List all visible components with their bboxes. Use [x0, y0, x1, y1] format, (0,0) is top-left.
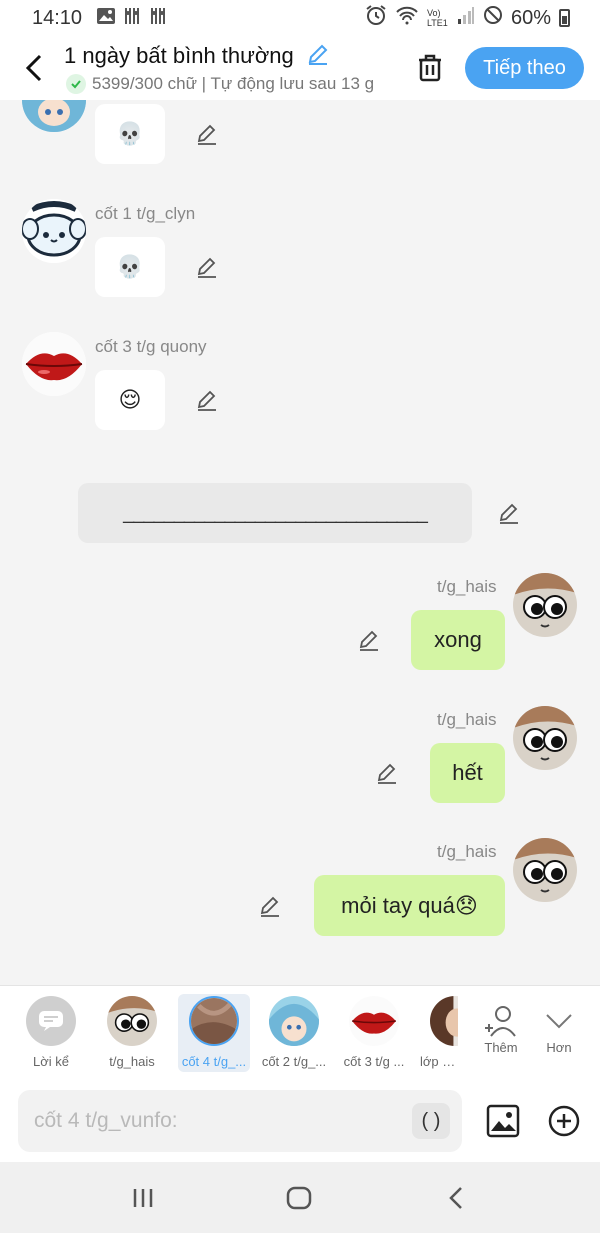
- autosave-text: 5399/300 chữ | Tự động lưu sau 13 g: [92, 74, 375, 93]
- back-button[interactable]: [18, 50, 50, 86]
- narration-icon: [26, 996, 76, 1046]
- character-label: cốt 2 t/g_...: [261, 1054, 327, 1069]
- gallery-notification-icon: [96, 7, 116, 30]
- message-text: hết: [452, 760, 483, 785]
- trash-icon: [419, 54, 441, 82]
- header: 1 ngày bất bình thường 5399/300 chữ | Tự…: [0, 36, 600, 100]
- character-hais[interactable]: t/g_hais: [96, 994, 168, 1072]
- image-icon: [486, 1104, 520, 1138]
- character-label: Lời kể: [33, 1054, 69, 1069]
- character-label: lớp trư: [420, 1054, 458, 1069]
- avatar[interactable]: [22, 100, 86, 132]
- add-button[interactable]: [547, 1104, 581, 1138]
- avatar: [349, 996, 399, 1046]
- message-bubble[interactable]: 💀: [95, 237, 165, 297]
- edit-message-icon[interactable]: [195, 255, 219, 279]
- edit-message-icon[interactable]: [357, 628, 381, 652]
- notification-app-icon: [124, 6, 142, 31]
- avatar[interactable]: [513, 838, 577, 902]
- plus-circle-icon: [548, 1105, 580, 1137]
- sender-name: t/g_hais: [437, 710, 497, 729]
- character-cot3[interactable]: cốt 3 t/g ...: [338, 994, 410, 1072]
- avatar[interactable]: [513, 573, 577, 637]
- message-bubble[interactable]: 💀: [95, 104, 165, 164]
- input-bar: ( ): [0, 1080, 600, 1162]
- narration-bubble[interactable]: ______________________________: [78, 483, 472, 543]
- chat-area[interactable]: 💀 cốt 1 t/g_clyn 💀 cốt 3 t/g quony 😌 ___…: [0, 100, 600, 985]
- delete-button[interactable]: [412, 50, 448, 86]
- avatar: [107, 996, 157, 1046]
- system-nav-bar: [0, 1162, 600, 1233]
- recent-apps-icon: [133, 1189, 153, 1207]
- sender-name: t/g_hais: [437, 842, 497, 861]
- check-icon: [66, 74, 86, 94]
- system-back-button[interactable]: [436, 1182, 476, 1214]
- message-text: 💀: [116, 121, 144, 146]
- home-button[interactable]: [279, 1182, 319, 1214]
- battery-percent: 60%: [510, 6, 551, 29]
- next-button[interactable]: Tiếp theo: [465, 47, 584, 89]
- message-bubble[interactable]: 😌: [95, 370, 165, 430]
- message-text: mỏi tay quá😞: [341, 892, 478, 918]
- character-cot2[interactable]: cốt 2 t/g_...: [258, 994, 330, 1072]
- alarm-icon: [365, 4, 387, 32]
- avatar: [269, 996, 319, 1046]
- message-text: 😌: [118, 387, 142, 412]
- message-bubble[interactable]: mỏi tay quá😞: [314, 875, 505, 936]
- notification-app-icon-2: [150, 6, 168, 31]
- add-person-icon: [476, 996, 526, 1046]
- autosave-status: 5399/300 chữ | Tự động lưu sau 13 g: [66, 74, 374, 94]
- narration-text: ______________________________: [123, 501, 428, 524]
- signal-icon: [457, 5, 475, 31]
- status-time: 14:10: [32, 6, 83, 29]
- character-label: t/g_hais: [109, 1054, 155, 1069]
- more-characters-button[interactable]: Hơn: [523, 994, 595, 1072]
- avatar: [430, 996, 458, 1046]
- edit-message-icon[interactable]: [195, 388, 219, 412]
- message-text: 💀: [116, 254, 144, 279]
- message-input[interactable]: [18, 1090, 378, 1152]
- battery-icon: [559, 9, 570, 27]
- network-label: Vo) LTE1: [426, 8, 448, 28]
- character-label: Hơn: [546, 1040, 572, 1055]
- back-icon: [449, 1187, 462, 1209]
- edit-message-icon[interactable]: [375, 761, 399, 785]
- character-label: cốt 4 t/g_...: [181, 1054, 247, 1069]
- story-title[interactable]: 1 ngày bất bình thường: [64, 42, 330, 72]
- message-bubble[interactable]: xong: [411, 610, 505, 670]
- character-selector: Lời kể t/g_hais cốt 4 t/g_... cốt 2 t/g_…: [0, 985, 600, 1080]
- edit-message-icon[interactable]: [258, 894, 282, 918]
- avatar: [189, 996, 239, 1046]
- edit-message-icon[interactable]: [195, 122, 219, 146]
- sender-name: t/g_hais: [437, 577, 497, 596]
- chevron-left-icon: [25, 54, 42, 82]
- wifi-icon: [395, 5, 419, 31]
- character-label: cốt 3 t/g ...: [343, 1054, 405, 1069]
- sender-name: cốt 3 t/g quony: [95, 337, 207, 356]
- edit-title-icon[interactable]: [306, 42, 330, 72]
- recent-apps-button[interactable]: [123, 1182, 163, 1214]
- message-bubble[interactable]: hết: [430, 743, 505, 803]
- home-icon: [286, 1186, 312, 1210]
- character-lop-truong[interactable]: lớp trư: [418, 994, 458, 1072]
- parenthesis-button[interactable]: ( ): [412, 1103, 450, 1139]
- story-title-text: 1 ngày bất bình thường: [64, 42, 294, 68]
- insert-image-button[interactable]: [486, 1104, 520, 1138]
- sender-name: cốt 1 t/g_clyn: [95, 204, 196, 223]
- do-not-disturb-icon: [483, 5, 503, 31]
- avatar[interactable]: [22, 199, 86, 263]
- avatar[interactable]: [513, 706, 577, 770]
- message-input-container: ( ): [18, 1090, 462, 1152]
- edit-message-icon[interactable]: [497, 501, 521, 525]
- status-bar: 14:10 Vo) LTE1 60%: [0, 0, 600, 36]
- message-text: xong: [434, 627, 482, 652]
- character-cot4[interactable]: cốt 4 t/g_...: [178, 994, 250, 1072]
- chevron-down-icon: [534, 996, 584, 1046]
- character-narration[interactable]: Lời kể: [15, 994, 87, 1072]
- avatar[interactable]: [22, 332, 86, 396]
